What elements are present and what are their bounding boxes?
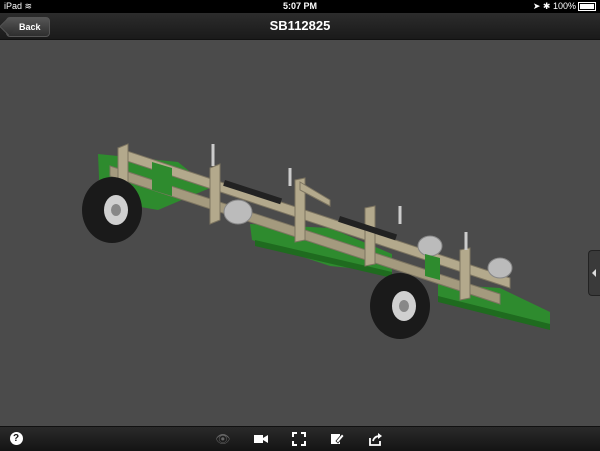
- expand-icon[interactable]: [290, 430, 308, 448]
- battery-icon: [578, 2, 596, 12]
- battery-percent: 100%: [552, 1, 576, 11]
- page-title: SB112825: [269, 18, 331, 33]
- status-time: 5:07 PM: [282, 1, 317, 11]
- chevron-left-icon: [592, 269, 596, 277]
- battery-status: ➤ ✱ 100%: [533, 0, 596, 13]
- markup-icon[interactable]: [328, 430, 346, 448]
- disc-left: [223, 199, 253, 225]
- location-icon: ➤: [532, 1, 541, 11]
- help-icon[interactable]: ?: [7, 430, 25, 448]
- side-panel-tab[interactable]: [588, 250, 600, 296]
- eye-icon[interactable]: 👁: [214, 430, 232, 448]
- bottom-toolbar: ? 👁: [0, 426, 600, 451]
- video-icon[interactable]: [252, 430, 270, 448]
- status-bar: iPad ≋ 5:07 PM ➤ ✱ 100%: [0, 0, 600, 13]
- nav-bar: Back SB112825: [0, 13, 600, 40]
- model-3d-render[interactable]: [0, 40, 600, 426]
- model-viewer[interactable]: [0, 40, 600, 426]
- bluetooth-icon: ✱: [542, 1, 551, 11]
- frame-beam-top: [117, 147, 511, 289]
- share-icon[interactable]: [366, 430, 384, 448]
